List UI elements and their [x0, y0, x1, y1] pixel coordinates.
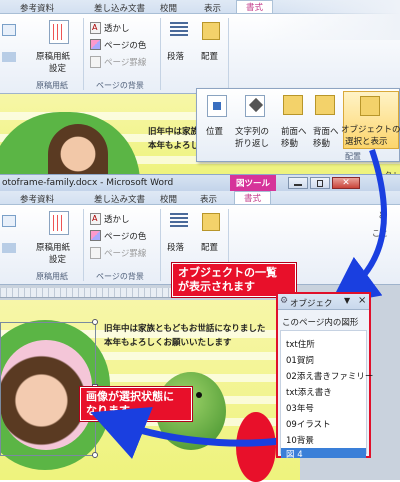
list-item[interactable]: 09イラスト [286, 418, 331, 430]
list-item[interactable]: txt添え書き [286, 386, 332, 398]
arrow-to-selection-pane [329, 149, 388, 305]
pane-title: オブジェク [290, 299, 333, 309]
pane-list-header: このページ内の図形 [282, 318, 359, 328]
arrow-to-image [90, 406, 289, 459]
list-item[interactable]: 01賀詞 [286, 354, 314, 366]
pane-close-icon[interactable]: × [358, 295, 366, 306]
selection-pane: ⚙ オブジェク ▼ × このページ内の図形 txt住所 01賀詞 02添え書きフ… [276, 292, 373, 460]
selection-pane-header: ⚙ オブジェク ▼ × [278, 294, 369, 310]
list-item[interactable]: 10背景 [286, 434, 314, 446]
list-item[interactable]: 02添え書きファミリー [286, 370, 373, 382]
list-item-selected-label: 図 4 [286, 450, 303, 460]
pane-dropdown-icon[interactable]: ▼ [344, 296, 350, 305]
list-item[interactable]: 03年号 [286, 402, 314, 414]
list-item[interactable]: txt住所 [286, 338, 315, 350]
pane-settings-icon[interactable]: ⚙ [280, 296, 288, 306]
